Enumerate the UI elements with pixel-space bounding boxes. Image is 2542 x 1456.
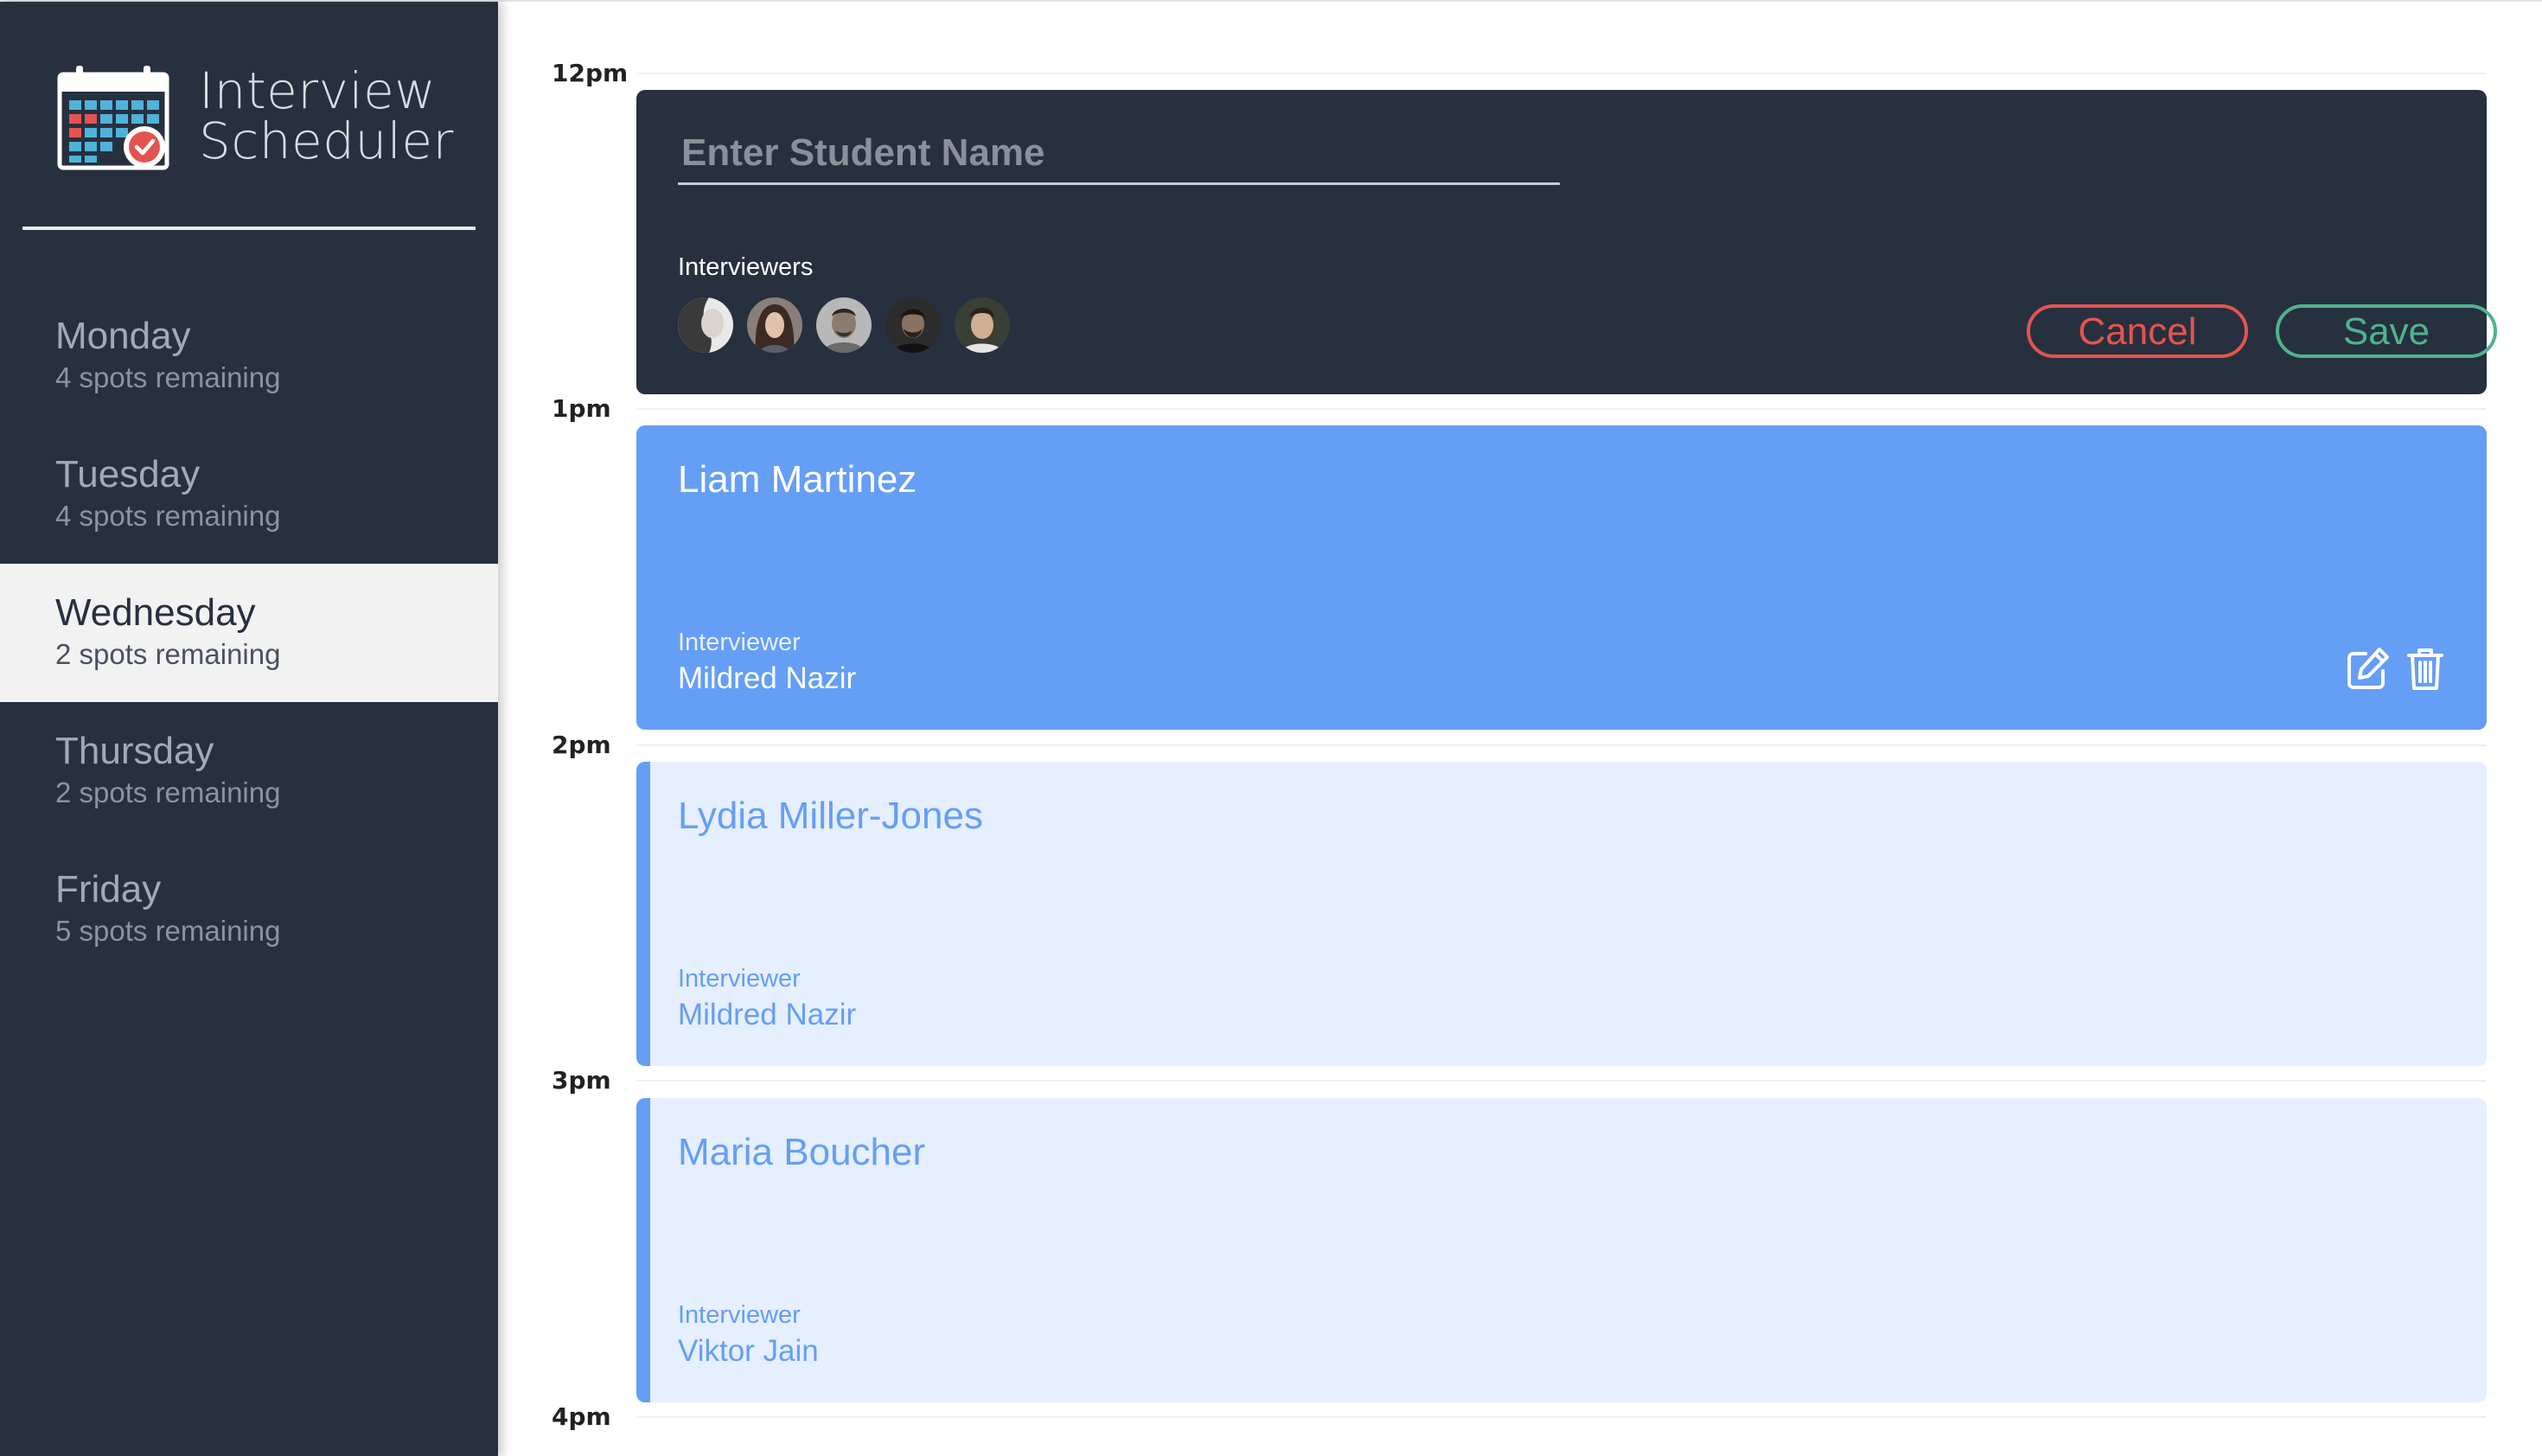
app-title: Interview Scheduler	[199, 66, 454, 166]
app-title-line-1: Interview	[199, 61, 437, 120]
hour-divider	[636, 744, 2487, 746]
interviewers-label: Interviewers	[678, 253, 814, 281]
day-item-tuesday[interactable]: Tuesday 4 spots remaining	[0, 425, 498, 564]
hour-divider	[636, 408, 2487, 410]
day-name: Wednesday	[55, 591, 256, 634]
student-name: Lydia Miller-Jones	[678, 795, 983, 837]
day-name: Thursday	[55, 730, 214, 772]
interviewer-label: Interviewer	[678, 629, 801, 656]
hour-label-4pm: 4pm	[552, 1402, 611, 1431]
edit-icon[interactable]	[2345, 645, 2392, 692]
day-list: Monday 4 spots remaining Tuesday 4 spots…	[0, 287, 498, 979]
hour-label-3pm: 3pm	[552, 1066, 611, 1095]
appointment-actions	[2334, 645, 2449, 692]
interviewer-avatar[interactable]	[816, 297, 872, 353]
day-name: Friday	[55, 868, 162, 910]
sidebar-divider	[22, 227, 476, 230]
interviewer-label: Interviewer	[678, 965, 801, 993]
day-item-monday[interactable]: Monday 4 spots remaining	[0, 287, 498, 425]
hour-label-12pm: 12pm	[552, 59, 629, 87]
day-item-friday[interactable]: Friday 5 spots remaining	[0, 840, 498, 979]
day-name: Tuesday	[55, 453, 201, 495]
day-spots: 2 spots remaining	[55, 638, 281, 670]
student-name-input[interactable]	[678, 123, 1560, 185]
appointment-card[interactable]: Lydia Miller-Jones Interviewer Mildred N…	[636, 762, 2487, 1066]
interviewer-avatar[interactable]	[885, 297, 941, 353]
hour-label-2pm: 2pm	[552, 731, 611, 759]
interviewer-avatar[interactable]	[678, 297, 733, 353]
appointment-card[interactable]: Liam Martinez Interviewer Mildred Nazir	[636, 425, 2487, 730]
hour-divider	[636, 1080, 2487, 1082]
interviewer-list	[678, 297, 1024, 353]
student-name: Maria Boucher	[678, 1131, 926, 1173]
app-root: Interview Scheduler Monday 4 spots remai…	[0, 0, 2542, 1456]
hour-label-1pm: 1pm	[552, 394, 611, 423]
appointment-card[interactable]: Maria Boucher Interviewer Viktor Jain	[636, 1098, 2487, 1402]
day-spots: 4 spots remaining	[55, 361, 281, 393]
appointment-form: Interviewers	[636, 90, 2497, 394]
hour-divider	[636, 1416, 2487, 1418]
calendar-check-icon	[57, 66, 169, 170]
day-item-wednesday[interactable]: Wednesday 2 spots remaining	[0, 564, 498, 702]
day-name: Monday	[55, 315, 191, 357]
student-name: Liam Martinez	[678, 458, 917, 501]
cancel-button[interactable]: Cancel	[2027, 304, 2248, 358]
interviewer-name: Viktor Jain	[678, 1334, 819, 1368]
trash-icon[interactable]	[2402, 645, 2449, 692]
day-spots: 5 spots remaining	[55, 915, 281, 947]
app-title-line-2: Scheduler	[199, 112, 454, 170]
brand: Interview Scheduler	[57, 64, 454, 171]
day-spots: 2 spots remaining	[55, 776, 281, 808]
day-spots: 4 spots remaining	[55, 500, 281, 532]
save-button[interactable]: Save	[2276, 304, 2497, 358]
interviewer-name: Mildred Nazir	[678, 998, 857, 1031]
schedule: 12pm 1pm 2pm 3pm 4pm Interviewers	[498, 2, 2542, 1456]
day-item-thursday[interactable]: Thursday 2 spots remaining	[0, 702, 498, 840]
interviewer-avatar[interactable]	[955, 297, 1010, 353]
sidebar: Interview Scheduler Monday 4 spots remai…	[0, 2, 498, 1456]
interviewer-avatar[interactable]	[747, 297, 802, 353]
hour-divider	[636, 73, 2487, 74]
interviewer-name: Mildred Nazir	[678, 661, 857, 695]
interviewer-label: Interviewer	[678, 1301, 801, 1329]
